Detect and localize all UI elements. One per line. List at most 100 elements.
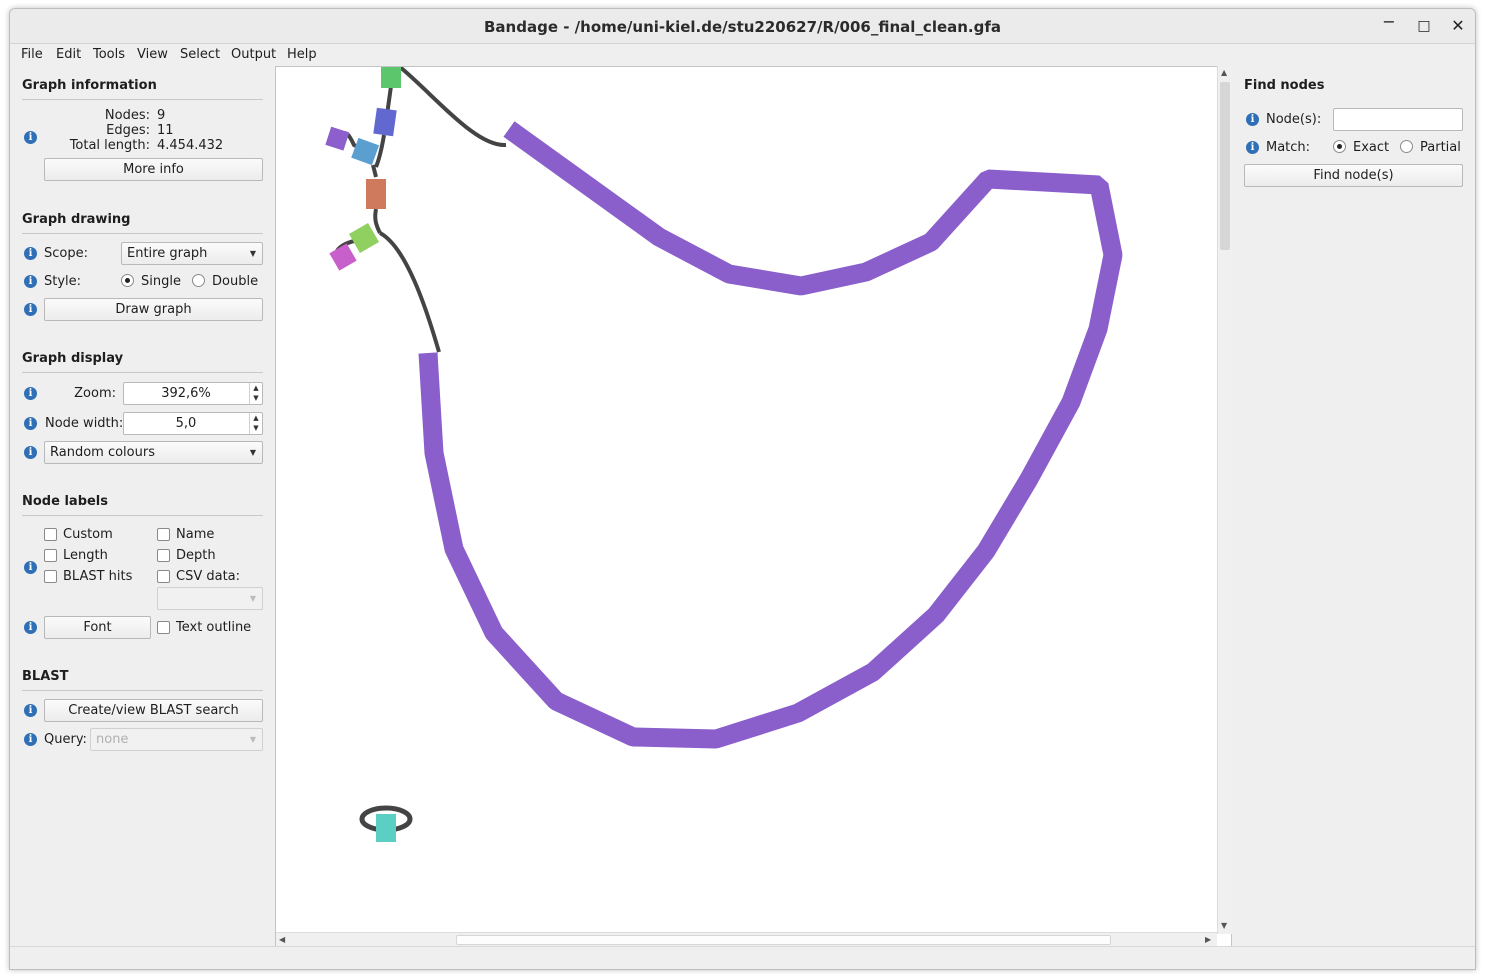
graph-node-orange[interactable] (366, 179, 386, 209)
menu-edit[interactable]: Edit (56, 47, 81, 62)
menu-view[interactable]: View (137, 47, 168, 62)
zoom-label: Zoom: (74, 386, 116, 401)
graph-edge[interactable] (398, 67, 507, 148)
text-outline-checkbox[interactable] (157, 621, 170, 634)
menu-tools[interactable]: Tools (93, 47, 125, 62)
graph-node-blue[interactable] (373, 107, 397, 137)
match-exact-radio[interactable] (1333, 140, 1346, 153)
info-icon[interactable]: i (24, 733, 37, 746)
match-label: Match: (1266, 140, 1311, 155)
spin-arrows-icon[interactable]: ▲ ▼ (249, 413, 262, 434)
window-title: Bandage - /home/uni-kiel.de/stu220627/R/… (483, 18, 1002, 36)
info-icon[interactable]: i (24, 417, 37, 430)
graph-drawing[interactable] (276, 67, 1217, 933)
graph-node-green[interactable] (381, 67, 401, 88)
info-icon[interactable]: i (24, 704, 37, 717)
name-label: Name (176, 527, 215, 542)
node-width-spinbox[interactable]: 5,0 ▲ ▼ (123, 412, 263, 435)
graph-node-purple[interactable] (325, 126, 350, 151)
style-double-radio[interactable] (192, 274, 205, 287)
draw-graph-button[interactable]: Draw graph (44, 298, 263, 321)
depth-label: Depth (176, 548, 216, 563)
total-length-label: Total length: (69, 138, 150, 153)
blast-title: BLAST (22, 669, 69, 684)
horizontal-scrollbar[interactable]: ◀ ▶ (276, 932, 1217, 947)
scroll-left-icon[interactable]: ◀ (279, 935, 285, 944)
section-divider (22, 372, 263, 373)
info-icon[interactable]: i (24, 275, 37, 288)
node-labels-title: Node labels (22, 494, 109, 509)
match-exact-label: Exact (1353, 140, 1390, 155)
graph-node-magenta[interactable] (329, 243, 357, 271)
depth-checkbox[interactable] (157, 549, 170, 562)
scope-value: Entire graph (127, 246, 208, 261)
menu-bar: File Edit Tools View Select Output Help (10, 44, 1475, 66)
menu-select[interactable]: Select (180, 47, 220, 62)
style-single-radio[interactable] (121, 274, 134, 287)
csv-data-checkbox[interactable] (157, 570, 170, 583)
graph-node-light-blue[interactable] (351, 137, 380, 166)
colour-scheme-value: Random colours (50, 445, 155, 460)
graph-display-title: Graph display (22, 351, 124, 366)
info-icon[interactable]: i (24, 131, 37, 144)
more-info-button[interactable]: More info (44, 158, 263, 181)
find-nodes-input[interactable] (1333, 108, 1463, 131)
right-panel: Find nodes i Node(s): i Match: Exact Par… (1232, 66, 1475, 946)
menu-file[interactable]: File (21, 47, 43, 62)
close-button[interactable]: ✕ (1447, 15, 1469, 37)
graph-node-teal[interactable] (376, 814, 396, 842)
name-checkbox[interactable] (157, 528, 170, 541)
graph-edge[interactable] (378, 231, 441, 353)
scroll-right-icon[interactable]: ▶ (1205, 935, 1211, 944)
total-length-value: 4.454.432 (157, 138, 224, 153)
maximize-button[interactable]: □ (1413, 15, 1435, 37)
info-icon[interactable]: i (1246, 113, 1259, 126)
chevron-down-icon: ▼ (249, 448, 256, 457)
info-icon[interactable]: i (24, 446, 37, 459)
node-width-value: 5,0 (175, 416, 197, 431)
vertical-scroll-thumb[interactable] (1220, 82, 1230, 250)
custom-checkbox[interactable] (44, 528, 57, 541)
zoom-spinbox[interactable]: 392,6% ▲ ▼ (123, 382, 263, 405)
text-outline-label: Text outline (176, 620, 252, 635)
graph-canvas[interactable] (275, 66, 1232, 947)
info-icon[interactable]: i (24, 621, 37, 634)
graph-drawing-title: Graph drawing (22, 212, 131, 227)
graph-edge[interactable] (374, 134, 386, 168)
query-dropdown[interactable]: none ▼ (90, 728, 263, 751)
nodes-value: 9 (157, 108, 166, 123)
scroll-down-icon[interactable]: ▼ (1221, 921, 1227, 930)
info-icon[interactable]: i (1246, 141, 1259, 154)
scope-dropdown[interactable]: Entire graph ▼ (121, 242, 263, 265)
style-single-label: Single (141, 274, 181, 289)
vertical-scrollbar[interactable]: ▲ ▼ (1217, 66, 1232, 934)
length-checkbox[interactable] (44, 549, 57, 562)
create-blast-search-button[interactable]: Create/view BLAST search (44, 699, 263, 722)
csv-column-dropdown[interactable]: ▼ (157, 587, 263, 610)
graph-node-long-contig[interactable] (418, 121, 1123, 749)
horizontal-scroll-thumb[interactable] (456, 935, 1111, 945)
nodes-label: Nodes: (104, 108, 150, 123)
font-button[interactable]: Font (44, 616, 151, 639)
find-nodes-title: Find nodes (1244, 78, 1325, 93)
style-label: Style: (44, 274, 82, 289)
info-icon[interactable]: i (24, 303, 37, 316)
style-double-label: Double (212, 274, 259, 289)
info-icon[interactable]: i (24, 247, 37, 260)
blast-hits-checkbox[interactable] (44, 570, 57, 583)
colour-scheme-dropdown[interactable]: Random colours ▼ (44, 441, 263, 464)
graph-edge[interactable] (373, 208, 382, 234)
info-icon[interactable]: i (24, 387, 37, 400)
spin-arrows-icon[interactable]: ▲ ▼ (249, 383, 262, 404)
status-bar (10, 946, 1475, 969)
scroll-up-icon[interactable]: ▲ (1221, 68, 1227, 77)
chevron-down-icon: ▼ (249, 594, 256, 603)
match-partial-radio[interactable] (1400, 140, 1413, 153)
graph-node-lime[interactable] (348, 222, 380, 254)
node-width-label: Node width: (45, 416, 124, 431)
menu-help[interactable]: Help (287, 47, 317, 62)
menu-output[interactable]: Output (231, 47, 276, 62)
minimize-button[interactable]: − (1378, 14, 1400, 37)
find-nodes-button[interactable]: Find node(s) (1244, 164, 1463, 187)
info-icon[interactable]: i (24, 561, 37, 574)
